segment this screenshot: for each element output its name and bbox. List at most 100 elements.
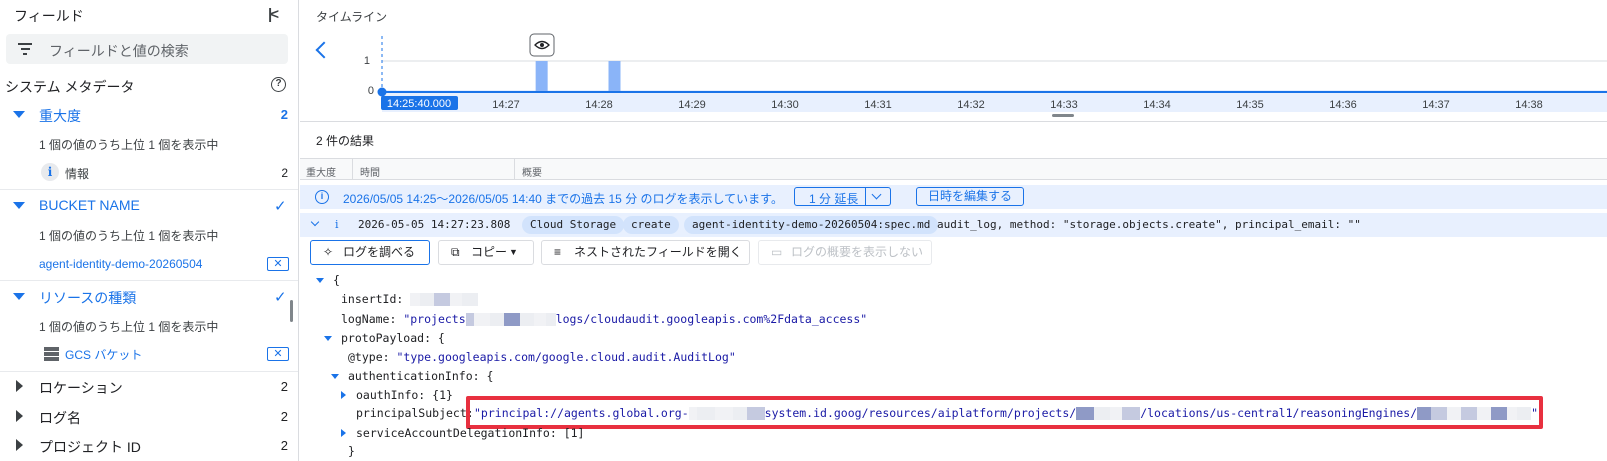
logname-key: logName: — [341, 312, 397, 326]
copy-button[interactable]: ⧉ コピー ▼ — [438, 240, 534, 265]
expand-toggle-icon[interactable] — [341, 429, 346, 437]
group-resource-type-title[interactable]: リソースの種類 — [39, 288, 136, 308]
chevron-right-icon[interactable] — [16, 439, 23, 451]
sidebar-scrollbar[interactable] — [290, 300, 293, 322]
info-icon: i — [315, 190, 329, 204]
hide-summary-label: ログの概要を表示しない — [791, 245, 924, 259]
group-project-title[interactable]: プロジェクト ID — [39, 437, 141, 457]
x-tick-label: 14:38 — [1515, 99, 1543, 111]
divider — [300, 121, 1607, 122]
highlight-box — [466, 396, 1543, 429]
info-icon: i — [41, 163, 59, 181]
close-icon[interactable]: ✕ — [267, 347, 289, 361]
results-table-header: 重大度 時間 概要 — [300, 158, 1607, 180]
divider — [0, 280, 298, 281]
extend-label: 1 分 延長 — [809, 192, 859, 206]
x-tick-label: 14:27 — [492, 99, 520, 111]
redacted — [434, 293, 451, 306]
explain-log-button[interactable]: ✧ ログを調べる — [310, 240, 430, 265]
redacted — [545, 313, 556, 326]
banner-text: 2026/05/05 14:25～2026/05/05 14:40 までの過去 … — [343, 192, 783, 206]
expand-nested-button[interactable]: ≡ ネストされたフィールドを開く — [541, 240, 750, 265]
json-authinfo: authenticationInfo: { — [348, 369, 494, 383]
resource-type-value[interactable]: GCS バケット — [65, 346, 142, 363]
chevron-down-icon[interactable] — [13, 111, 25, 118]
chevron-down-icon[interactable] — [13, 202, 25, 209]
button-separator — [865, 188, 866, 205]
group-location-count: 2 — [280, 379, 288, 394]
chevron-right-icon[interactable] — [16, 410, 23, 422]
sparkle-icon: ✧ — [323, 245, 334, 259]
x-tick-label: 14:31 — [864, 99, 892, 111]
json-close-brace: } — [348, 444, 355, 458]
severity-value-count: 2 — [281, 166, 288, 180]
extend-time-button[interactable]: 1 分 延長 — [794, 187, 891, 206]
storage-icon — [44, 347, 59, 361]
group-location-title[interactable]: ロケーション — [39, 378, 123, 398]
group-severity-title[interactable]: 重大度 — [39, 106, 81, 126]
y-label-1: 1 — [364, 55, 370, 67]
timeline-histogram[interactable]: 1 0 14:27 14:28 14:29 14:30 14:31 14:32 14:33 1… — [300, 30, 1607, 120]
check-icon: ✓ — [274, 198, 287, 215]
expand-nested-label: ネストされたフィールドを開く — [574, 245, 742, 259]
x-tick-label: 14:30 — [771, 99, 799, 111]
redacted — [519, 313, 534, 326]
chip-resource[interactable]: agent-identity-demo-20260504:spec.md — [684, 216, 939, 234]
eye-icon[interactable] — [529, 33, 555, 57]
type-key: @type: — [348, 350, 390, 364]
log-entry-row[interactable]: i 2026-05-05 14:27:23.808 Cloud Storage … — [300, 213, 1607, 237]
chevron-down-icon[interactable] — [13, 293, 25, 300]
collapse-left-icon[interactable]: |< — [268, 6, 279, 23]
chevron-right-icon[interactable] — [16, 380, 23, 392]
x-tick-label: 14:37 — [1422, 99, 1450, 111]
collapse-toggle-icon[interactable] — [324, 336, 332, 341]
x-tick-label: 14:35 — [1236, 99, 1264, 111]
chevron-down-icon[interactable] — [871, 189, 882, 200]
log-actions-bar: ✧ ログを調べる ⧉ コピー ▼ ≡ ネストされたフィールドを開く ▭ ログの概… — [300, 239, 1607, 267]
chip-method[interactable]: create — [623, 216, 679, 234]
column-divider — [352, 159, 353, 179]
redacted — [503, 313, 520, 326]
insertid-key: insertId: — [341, 292, 404, 306]
timeline-bar[interactable] — [608, 61, 621, 91]
expand-icon: ≡ — [554, 245, 562, 259]
severity-value-info[interactable]: 情報 — [65, 165, 89, 182]
json-oauthinfo[interactable]: oauthInfo: {1} — [356, 388, 453, 402]
group-logname-title[interactable]: ログ名 — [39, 408, 81, 428]
severity-info-icon: i — [335, 218, 339, 231]
column-summary[interactable]: 概要 — [522, 164, 542, 179]
chip-service[interactable]: Cloud Storage — [522, 216, 625, 234]
chevron-down-icon[interactable] — [310, 217, 320, 227]
collapse-toggle-icon[interactable] — [331, 374, 339, 379]
json-serviceaccountdelegation[interactable]: serviceAccountDelegationInfo: [1] — [356, 426, 584, 440]
hide-summary-button[interactable]: ▭ ログの概要を表示しない — [758, 240, 932, 265]
divider — [0, 371, 298, 372]
redacted — [533, 313, 546, 326]
x-tick-label: 14:36 — [1329, 99, 1357, 111]
json-principalsubject-key: principalSubject: — [356, 406, 474, 420]
group-logname-count: 2 — [280, 409, 288, 424]
field-search-input[interactable]: フィールドと値の検索 — [6, 34, 288, 64]
group-bucket-title[interactable]: BUCKET NAME — [39, 197, 140, 213]
column-divider — [514, 159, 515, 179]
collapse-toggle-icon[interactable] — [316, 278, 324, 283]
filter-icon — [18, 43, 32, 55]
close-icon[interactable]: ✕ — [267, 257, 289, 271]
log-summary: audit_log, method: "storage.objects.crea… — [937, 218, 1361, 231]
redacted — [489, 313, 504, 326]
sidebar-title: フィールド — [14, 8, 84, 24]
help-icon[interactable]: ? — [271, 77, 286, 92]
x-tick-label: 14:32 — [957, 99, 985, 111]
bucket-value[interactable]: agent-identity-demo-20260504 — [39, 257, 202, 271]
json-type: @type: "type.googleapis.com/google.cloud… — [348, 350, 736, 364]
search-placeholder: フィールドと値の検索 — [49, 43, 189, 59]
timeline-scroll-handle[interactable] — [1052, 114, 1074, 117]
timeline-title: タイムライン — [316, 10, 388, 24]
column-severity[interactable]: 重大度 — [306, 164, 336, 179]
timeline-bar[interactable] — [535, 61, 548, 91]
column-time[interactable]: 時間 — [360, 164, 380, 179]
start-marker[interactable] — [377, 87, 387, 97]
expand-toggle-icon[interactable] — [341, 391, 346, 399]
edit-time-button[interactable]: 日時を編集する — [916, 187, 1024, 206]
redacted — [410, 293, 421, 306]
